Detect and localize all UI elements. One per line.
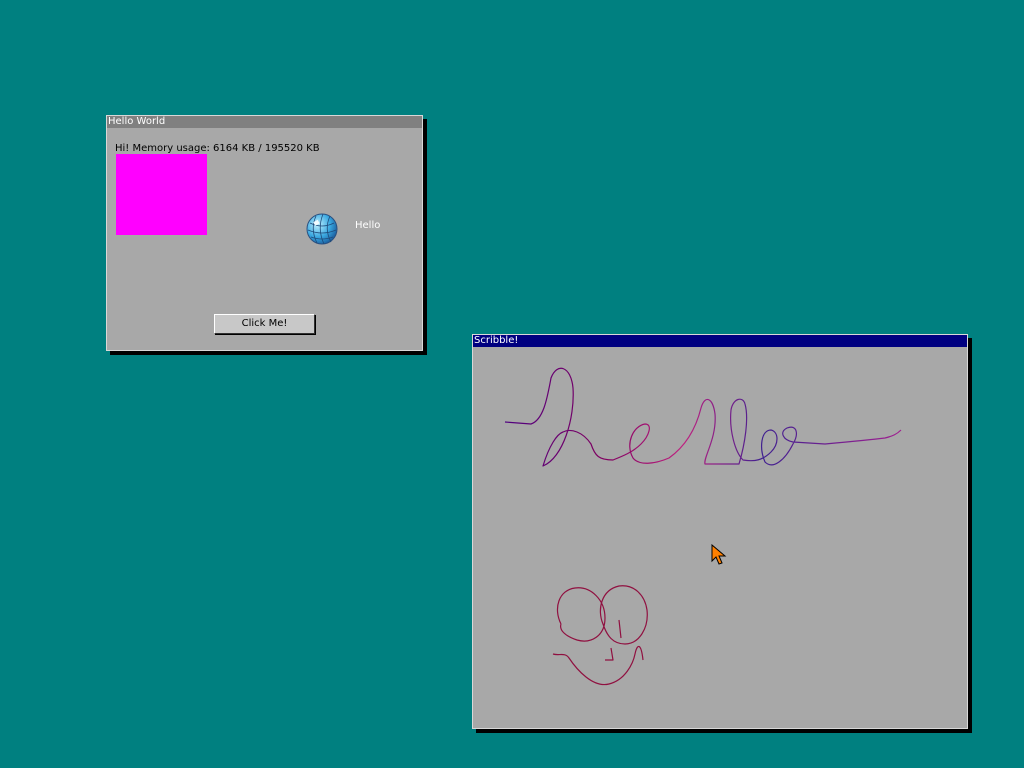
scribble-window[interactable]: Scribble! bbox=[472, 334, 968, 729]
scribble-stroke-hello bbox=[504, 367, 902, 467]
scribble-canvas[interactable] bbox=[473, 348, 967, 728]
arrow-cursor-icon bbox=[711, 544, 727, 565]
globe-icon bbox=[306, 213, 338, 245]
click-me-button[interactable]: Click Me! bbox=[214, 314, 315, 334]
scribble-titlebar[interactable]: Scribble! bbox=[473, 335, 967, 347]
hello-label: Hello bbox=[355, 220, 381, 231]
hello-world-window[interactable]: Hello World Hi! Memory usage: 6164 KB / … bbox=[106, 115, 423, 351]
scribble-stroke-face bbox=[552, 585, 648, 686]
memory-usage-text: Hi! Memory usage: 6164 KB / 195520 KB bbox=[115, 143, 320, 154]
magenta-swatch bbox=[116, 154, 207, 235]
hello-world-titlebar[interactable]: Hello World bbox=[107, 116, 422, 128]
